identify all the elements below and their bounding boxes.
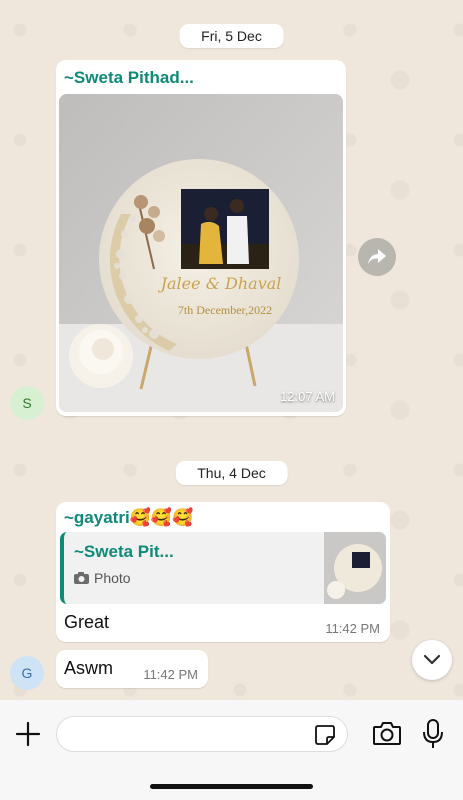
microphone-button[interactable]: [422, 718, 444, 750]
message-input[interactable]: [56, 716, 348, 752]
message-time: 11:42 PM: [325, 621, 380, 636]
sticker-button[interactable]: [314, 724, 336, 746]
home-indicator: [150, 784, 313, 789]
avatar-letter: S: [22, 395, 32, 411]
photo-attachment[interactable]: Jalee & Dhaval 7th December,2022 12:07 A…: [59, 94, 343, 412]
compose-bar: [0, 700, 463, 800]
quoted-sender: ~Sweta Pit...: [74, 542, 174, 561]
avatar[interactable]: S: [10, 386, 44, 420]
message-bubble-reply[interactable]: ~gayatri🥰🥰🥰 ~Sweta Pit... Photo Great 11…: [56, 502, 390, 642]
date-label: Fri, 5 Dec: [201, 28, 262, 44]
message-time: 11:42 PM: [143, 667, 198, 682]
camera-icon: [373, 722, 401, 745]
quoted-type: Photo: [74, 570, 131, 586]
photo-icon: [74, 572, 89, 584]
quoted-label: Photo: [94, 570, 131, 586]
message-text: Aswm: [64, 658, 113, 678]
date-separator: Thu, 4 Dec: [175, 461, 288, 485]
message-bubble-photo[interactable]: ~Sweta Pithad... Jalee & Dhaval 7th Dece…: [56, 60, 346, 416]
message-time: 12:07 AM: [280, 389, 335, 404]
plus-icon: [15, 721, 41, 747]
message-text: Great: [64, 612, 110, 632]
microphone-icon: [423, 719, 443, 748]
photo-caption-date: 7th December,2022: [178, 303, 272, 317]
attach-button[interactable]: [14, 720, 42, 748]
photo-image: Jalee & Dhaval 7th December,2022: [59, 94, 343, 412]
photo-caption-names: Jalee & Dhaval: [158, 274, 282, 293]
sender-name[interactable]: ~gayatri🥰🥰🥰: [64, 508, 193, 527]
quoted-message[interactable]: ~Sweta Pit... Photo: [60, 532, 386, 604]
chevron-down-icon: [424, 655, 440, 665]
avatar-letter: G: [21, 665, 33, 681]
forward-icon: [368, 249, 386, 264]
date-label: Thu, 4 Dec: [197, 465, 266, 481]
message-bubble[interactable]: Aswm 11:42 PM: [56, 650, 208, 688]
scroll-down-button[interactable]: [412, 640, 452, 680]
sender-name-row: ~gayatri🥰🥰🥰: [64, 508, 193, 528]
avatar[interactable]: G: [10, 656, 44, 690]
sender-name[interactable]: ~Sweta Pithad...: [64, 68, 194, 87]
quoted-thumbnail: [324, 532, 386, 604]
camera-button[interactable]: [372, 720, 402, 748]
rose-decoration: [69, 324, 133, 388]
sender-name-row: ~Sweta Pithad...: [64, 68, 314, 88]
sticker-icon: [315, 725, 335, 745]
date-separator: Fri, 5 Dec: [179, 24, 284, 48]
forward-button[interactable]: [358, 238, 396, 276]
